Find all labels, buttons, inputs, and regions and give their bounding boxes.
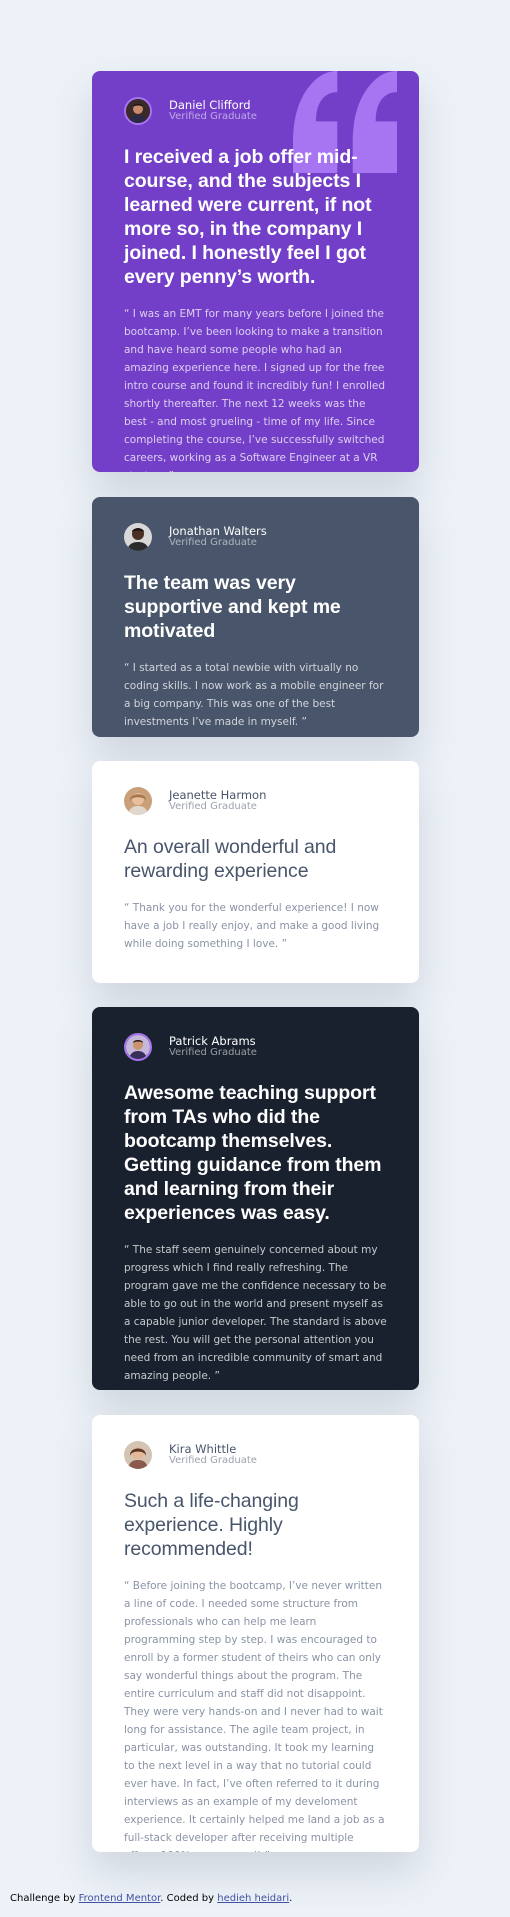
author: Daniel Clifford Verified Graduate	[124, 97, 387, 125]
testimonial-headline: The team was very supportive and kept me…	[124, 572, 341, 642]
testimonial-card-kira: Kira Whittle Verified Graduate Such a li…	[92, 1415, 419, 1852]
author: Patrick Abrams Verified Graduate	[124, 1033, 387, 1061]
author-name: Patrick Abrams	[169, 1034, 256, 1049]
testimonial-headline: Such a life-changing experience. Highly …	[124, 1490, 299, 1560]
testimonial-body: “ Thank you for the wonderful experience…	[124, 902, 380, 950]
avatar-icon	[124, 1441, 152, 1469]
author-name: Kira Whittle	[169, 1442, 237, 1457]
testimonial-body: “ I was an EMT for many years before I j…	[124, 308, 386, 472]
author-role: Verified Graduate	[169, 1047, 257, 1059]
author-role: Verified Graduate	[169, 111, 257, 123]
author: Kira Whittle Verified Graduate	[124, 1441, 387, 1469]
author-name: Jonathan Walters	[169, 524, 267, 539]
author-link[interactable]: hedieh heidari	[217, 1893, 289, 1904]
testimonial-card-daniel: Daniel Clifford Verified Graduate I rece…	[92, 71, 419, 472]
avatar-icon	[124, 523, 152, 551]
testimonial-card-jeanette: Jeanette Harmon Verified Graduate An ove…	[92, 761, 419, 983]
testimonial-headline: Awesome teaching support from TAs who di…	[124, 1082, 382, 1224]
avatar-icon	[124, 97, 152, 125]
testimonial-body: “ The staff seem genuinely concerned abo…	[124, 1244, 387, 1382]
frontend-mentor-link[interactable]: Frontend Mentor	[79, 1893, 161, 1904]
author: Jonathan Walters Verified Graduate	[124, 523, 387, 551]
author: Jeanette Harmon Verified Graduate	[124, 787, 387, 815]
testimonial-headline: An overall wonderful and rewarding exper…	[124, 836, 337, 882]
avatar-icon	[124, 1033, 152, 1061]
testimonial-card-jonathan: Jonathan Walters Verified Graduate The t…	[92, 497, 419, 737]
testimonial-card-patrick: Patrick Abrams Verified Graduate Awesome…	[92, 1007, 419, 1390]
author-role: Verified Graduate	[169, 537, 257, 549]
author-name: Daniel Clifford	[169, 98, 251, 113]
testimonial-body: “ I started as a total newbie with virtu…	[124, 662, 384, 728]
attribution-prefix: Challenge by	[10, 1893, 79, 1904]
testimonial-body: “ Before joining the bootcamp, I’ve neve…	[124, 1580, 385, 1852]
attribution: Challenge by Frontend Mentor. Coded by h…	[10, 1893, 292, 1904]
attribution-middle: . Coded by	[160, 1893, 218, 1904]
author-role: Verified Graduate	[169, 801, 257, 813]
author-name: Jeanette Harmon	[169, 788, 267, 803]
testimonial-headline: I received a job offer mid-course, and t…	[124, 146, 372, 288]
author-role: Verified Graduate	[169, 1455, 257, 1467]
attribution-suffix: .	[289, 1893, 293, 1904]
avatar-icon	[124, 787, 152, 815]
